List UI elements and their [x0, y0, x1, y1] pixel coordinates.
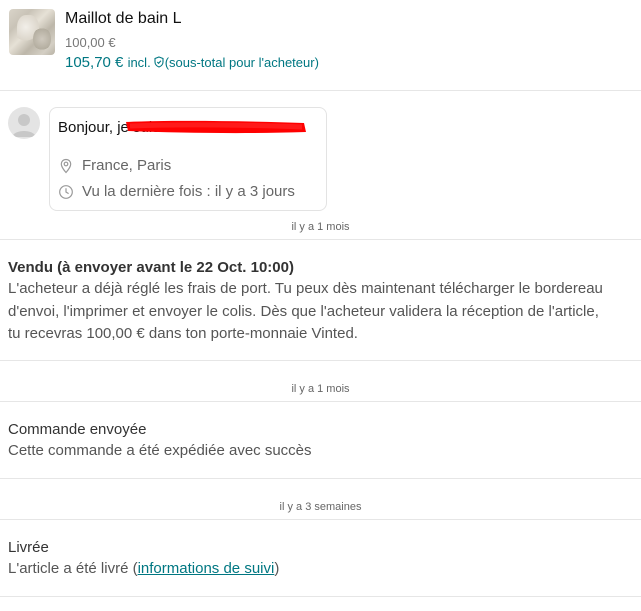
item-total-amount: 105,70 €: [65, 54, 124, 71]
sold-title: Vendu (à envoyer avant le 22 Oct. 10:00): [8, 259, 294, 276]
divider: [0, 596, 641, 597]
divider: [0, 519, 641, 520]
delivered-title: Livrée: [8, 539, 49, 556]
message-timestamp: il y a 1 mois: [291, 221, 350, 233]
shipped-title: Commande envoyée: [8, 421, 147, 438]
delivered-text-prefix: L'article a été livré (: [8, 560, 138, 577]
item-thumbnail[interactable]: [9, 9, 55, 55]
delivered-timestamp: il y a 3 semaines: [279, 501, 362, 513]
clock-icon: [59, 185, 73, 199]
avatar[interactable]: [8, 107, 40, 139]
shipped-timestamp: il y a 1 mois: [291, 383, 350, 395]
item-title[interactable]: Maillot de bain L: [65, 10, 182, 28]
divider: [0, 478, 641, 479]
shield-icon: [154, 55, 164, 72]
item-header[interactable]: Maillot de bain L 100,00 € 105,70 € incl…: [0, 0, 641, 91]
divider: [0, 360, 641, 361]
item-total-note[interactable]: (sous-total pour l'acheteur): [165, 55, 319, 70]
last-seen-text: Vu la dernière fois : il y a 3 jours: [82, 183, 295, 200]
tracking-info-link[interactable]: informations de suivi: [138, 560, 275, 577]
delivered-text-suffix: ): [274, 560, 280, 577]
sold-description: L'acheteur a déjà réglé les frais de por…: [8, 280, 603, 342]
item-total: 105,70 € incl. (sous-total pour l'acheteu…: [65, 54, 319, 72]
delivered-description: L'article a été livré (informations de s…: [8, 559, 608, 579]
item-price: 100,00 €: [65, 35, 116, 50]
divider: [0, 239, 641, 240]
shipped-description: Cette commande a été expédiée avec succè…: [8, 442, 312, 459]
redaction-scribble: [126, 120, 306, 134]
location-text: France, Paris: [82, 157, 172, 174]
location-pin-icon: [60, 158, 72, 174]
divider: [0, 401, 641, 402]
item-total-incl: incl.: [127, 55, 151, 70]
